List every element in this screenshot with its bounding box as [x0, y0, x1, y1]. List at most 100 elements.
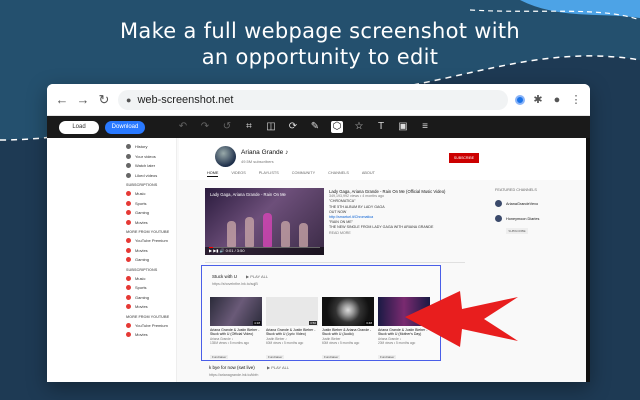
video-figure — [245, 217, 254, 247]
section-divider — [205, 262, 465, 263]
sidebar-item[interactable]: Sports — [121, 283, 176, 293]
playlist2-url[interactable]: https://arianagrande.lnk.to/kbfn — [209, 373, 258, 377]
sidebar-item-icon — [126, 172, 131, 178]
mask-tool-icon[interactable]: ▣ — [397, 121, 409, 133]
flip-tool-icon[interactable]: ◫ — [265, 121, 277, 133]
channel-tabs: HOME VIDEOS PLAYLISTS COMMUNITY CHANNELS ABOU… — [207, 171, 375, 177]
tab-channels[interactable]: CHANNELS — [328, 171, 349, 177]
video-card-views: 60M views • 5 months ago — [266, 340, 304, 345]
sidebar-item-label: Music — [135, 191, 146, 197]
sidebar-item-label: Sports — [135, 200, 147, 206]
video-thumbnail[interactable]: 3:50 — [266, 297, 318, 326]
puzzle-extension-icon[interactable]: ✱ — [532, 93, 544, 106]
video-card-title[interactable]: Ariana Grande & Justin Bieber - Stuck wi… — [210, 328, 262, 337]
sidebar-item-label: Gaming — [135, 294, 150, 300]
video-thumbnail[interactable]: 3:48 — [322, 297, 374, 326]
sidebar-item[interactable]: Watch later — [121, 161, 176, 171]
sidebar-item[interactable]: Movies — [121, 330, 176, 340]
tab-playlists[interactable]: PLAYLISTS — [259, 171, 279, 177]
sidebar-item[interactable]: Gaming — [121, 255, 176, 265]
sidebar-section-title: SUBSCRIPTIONS — [126, 267, 158, 272]
sidebar-item-icon — [126, 247, 131, 253]
reload-icon[interactable]: ↻ — [97, 92, 111, 107]
draw-tool-icon[interactable]: ✎ — [309, 121, 321, 133]
featured-subscribe-button[interactable]: SUBSCRIBE — [506, 228, 528, 234]
sidebar-item[interactable]: Your videos — [121, 152, 176, 162]
url-text: web-screenshot.net — [137, 93, 234, 106]
play-all-button[interactable]: ▶ PLAY ALL — [246, 274, 268, 279]
address-bar[interactable]: ● web-screenshot.net — [118, 89, 508, 110]
crop-tool-icon[interactable]: ⌗ — [243, 121, 255, 133]
canvas-scroll-edge — [586, 138, 590, 382]
filter-tool-icon[interactable]: ≡ — [419, 121, 431, 133]
sidebar-item-label: Music — [135, 275, 146, 281]
featured-video-player[interactable]: Lady Gaga, Ariana Grande - Rain On Me ▶ … — [205, 188, 324, 255]
sidebar-item-icon — [126, 257, 131, 263]
playlist-video-card[interactable]: 3:50 Ariana Grande & Justin Bieber - Stuc… — [266, 297, 318, 363]
sidebar-item[interactable]: Sports — [121, 199, 176, 209]
sidebar-item[interactable]: Gaming — [121, 208, 176, 218]
video-figure — [227, 221, 236, 247]
tab-videos[interactable]: VIDEOS — [231, 171, 245, 177]
playlist-video-card[interactable]: 3:48 Justin Bieber & Ariana Grande - Stuc… — [322, 297, 374, 363]
menu-dots-icon[interactable]: ⋮ — [570, 93, 582, 106]
rotate-tool-icon[interactable]: ⟳ — [287, 121, 299, 133]
video-card-title[interactable]: Justin Bieber & Ariana Grande - Stuck wi… — [322, 328, 374, 337]
shape-tool-icon[interactable]: ⬡ — [331, 121, 343, 133]
undo-tool-icon[interactable]: ↶ — [177, 121, 189, 133]
video-card-views: 135M views • 5 months ago — [210, 340, 250, 345]
load-button[interactable]: Load — [59, 120, 99, 134]
video-controls[interactable]: ▶ ▶▮ 🔊 0:01 / 3:50 — [209, 248, 245, 253]
camera-extension-icon[interactable] — [515, 94, 525, 105]
account-icon[interactable]: ● — [551, 94, 563, 106]
video-duration: 4:18 — [253, 321, 261, 325]
playlist-url[interactable]: https://shovelnthe.lnk.to/sqjB — [212, 282, 258, 286]
sidebar-item[interactable]: Movies — [121, 218, 176, 228]
tab-about[interactable]: ABOUT — [362, 171, 375, 177]
sidebar-item-label: Movies — [135, 332, 148, 338]
forward-arrow-icon[interactable]: → — [76, 92, 90, 107]
text-tool-icon[interactable]: T — [375, 121, 387, 133]
sidebar-item[interactable]: Music — [121, 189, 176, 199]
sidebar-item[interactable]: Music — [121, 274, 176, 284]
video-figure — [299, 223, 308, 247]
playlist-title[interactable]: Stuck with U — [212, 274, 237, 279]
fundraiser-badge: Fundraiser — [378, 354, 397, 359]
sidebar-section-title: MORE FROM YOUTUBE — [126, 230, 170, 234]
sidebar-item[interactable]: YouTube Premium — [121, 236, 176, 246]
sidebar-item[interactable]: Movies — [121, 302, 176, 312]
fundraiser-badge: Fundraiser — [210, 354, 229, 359]
sidebar-section-title: MORE FROM YOUTUBE — [126, 314, 170, 319]
play-all-button[interactable]: ▶ PLAY ALL — [267, 365, 289, 370]
sidebar-item-icon — [126, 200, 131, 206]
reset-tool-icon[interactable]: ↺ — [221, 121, 233, 133]
sidebar-item-label: Movies — [135, 219, 148, 225]
sidebar-item[interactable]: History — [121, 142, 176, 152]
red-arrow-annotation — [405, 291, 518, 347]
back-arrow-icon[interactable]: ← — [55, 92, 69, 107]
playlist-thumbnails: 4:18 Ariana Grande & Justin Bieber - Stuc… — [210, 297, 430, 363]
sidebar-item[interactable]: YouTube Premium — [121, 321, 176, 331]
download-button[interactable]: Download — [105, 120, 145, 134]
headline-line1: Make a full webpage screenshot with — [119, 19, 520, 43]
sidebar-item-icon — [126, 144, 131, 150]
tab-home[interactable]: HOME — [207, 171, 219, 177]
headline-line2: an opportunity to edit — [201, 45, 439, 69]
featured-channel[interactable]: Honeymoon Diaries — [495, 215, 575, 222]
subscribe-button[interactable]: SUBSCRIBE — [449, 153, 479, 163]
sidebar-item[interactable]: Liked videos — [121, 171, 176, 181]
editor-tools: ↶ ↷ ↺ ⌗ ◫ ⟳ ✎ ⬡ ☆ T ▣ ≡ — [177, 121, 431, 133]
featured-channel-name: Honeymoon Diaries — [506, 216, 540, 221]
playlist-video-card[interactable]: 4:18 Ariana Grande & Justin Bieber - Stuc… — [210, 297, 262, 363]
read-more-link[interactable]: READ MORE — [329, 231, 449, 236]
redo-tool-icon[interactable]: ↷ — [199, 121, 211, 133]
video-thumbnail[interactable]: 4:18 — [210, 297, 262, 326]
sidebar-item[interactable]: Gaming — [121, 293, 176, 303]
video-duration: 3:48 — [365, 321, 373, 325]
icon-tool-icon[interactable]: ☆ — [353, 121, 365, 133]
featured-channel[interactable]: ArianaGrandeVevo — [495, 200, 575, 207]
video-card-title[interactable]: Ariana Grande & Justin Bieber - Stuck wi… — [266, 328, 318, 337]
sidebar-item[interactable]: Movies — [121, 246, 176, 256]
tab-community[interactable]: COMMUNITY — [292, 171, 315, 177]
playlist2-title[interactable]: k bye for now (swt live) — [209, 365, 255, 370]
